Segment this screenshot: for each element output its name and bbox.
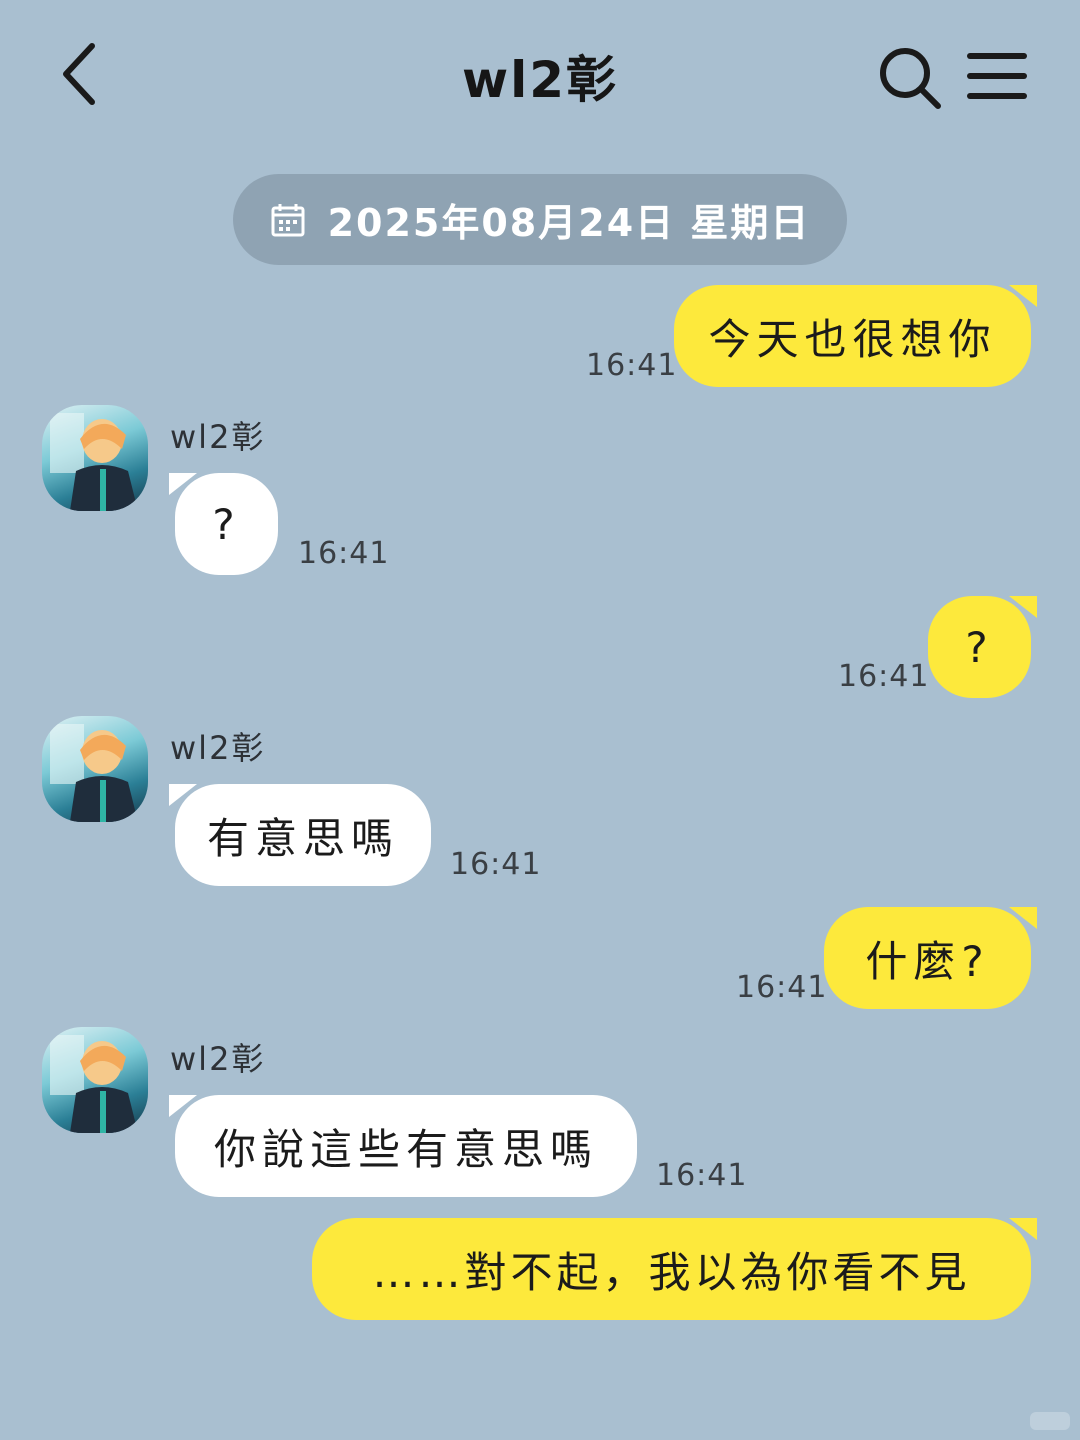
incoming-message-bubble[interactable]: ?	[169, 473, 278, 575]
chat-header: wl2彰	[0, 0, 1080, 150]
message-time: 16:41	[736, 970, 828, 1005]
outgoing-message-bubble[interactable]: ?	[928, 596, 1037, 698]
outgoing-message-bubble[interactable]: 今天也很想你	[674, 285, 1037, 387]
avatar-image	[50, 724, 138, 822]
incoming-message-bubble[interactable]: 你說這些有意思嗎	[169, 1095, 637, 1197]
message-time: 16:41	[838, 659, 930, 694]
sender-name: wl2彰	[170, 418, 266, 456]
message-time: 16:41	[586, 348, 678, 383]
message-time: 16:41	[656, 1158, 748, 1193]
search-icon	[880, 48, 941, 109]
avatar-image	[50, 1035, 138, 1133]
watermark	[1030, 1412, 1070, 1430]
date-text: 2025年08月24日 星期日	[327, 201, 811, 245]
avatar[interactable]	[42, 716, 148, 822]
avatar[interactable]	[42, 405, 148, 511]
outgoing-message-bubble[interactable]: ……對不起，我以為你看不見	[312, 1218, 1037, 1320]
avatar-image	[50, 413, 138, 511]
date-divider: 2025年08月24日 星期日	[233, 174, 847, 265]
menu-button[interactable]	[966, 48, 1028, 104]
message-time: 16:41	[450, 847, 542, 882]
sender-name: wl2彰	[170, 729, 266, 767]
sender-name: wl2彰	[170, 1040, 266, 1078]
incoming-message-bubble[interactable]: 有意思嗎	[169, 784, 431, 886]
search-button[interactable]	[876, 44, 944, 112]
message-time: 16:41	[298, 536, 390, 571]
calendar-icon	[271, 203, 305, 236]
menu-icon	[967, 53, 1027, 99]
outgoing-message-bubble[interactable]: 什麼?	[824, 907, 1037, 1009]
avatar[interactable]	[42, 1027, 148, 1133]
